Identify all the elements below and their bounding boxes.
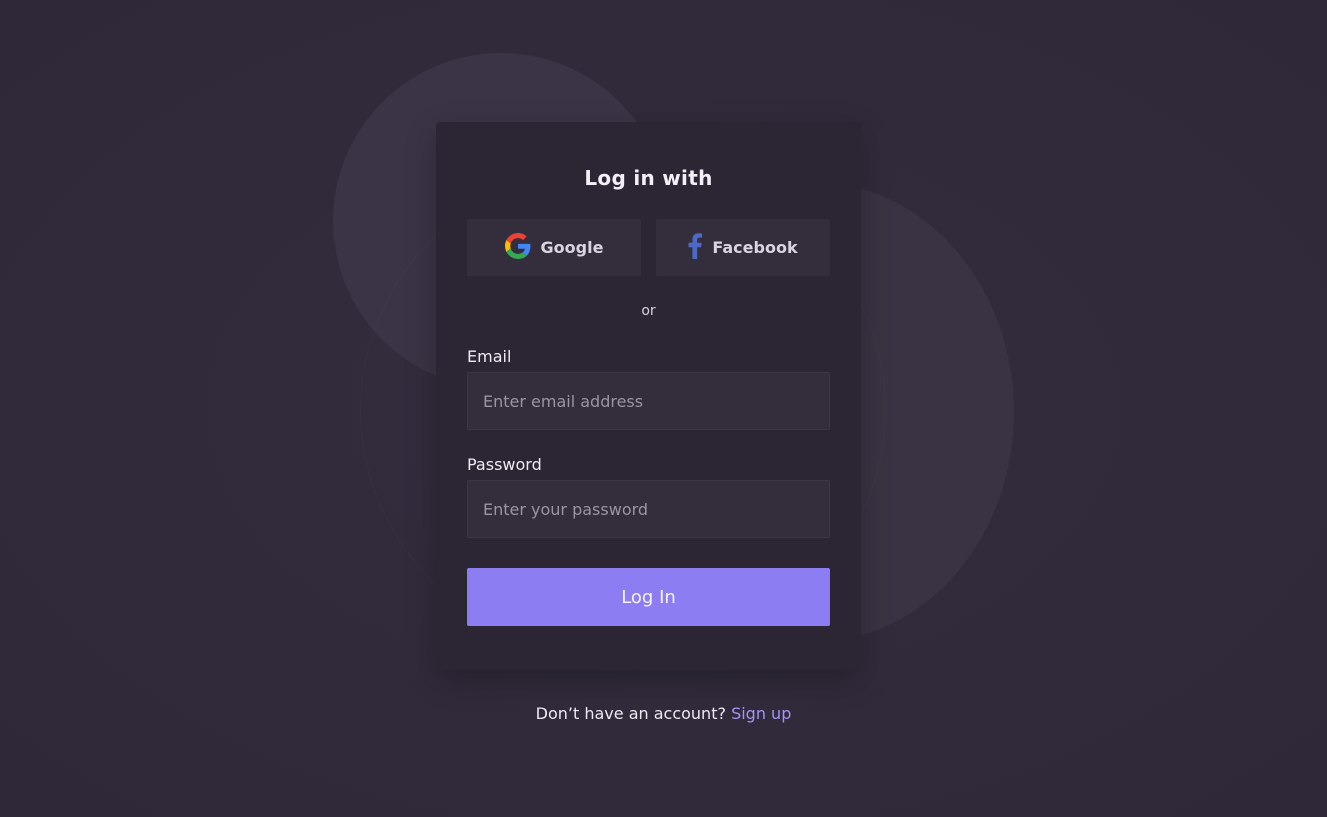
divider-text: or bbox=[641, 303, 656, 319]
password-field[interactable] bbox=[467, 480, 830, 538]
password-label: Password bbox=[467, 455, 542, 474]
signup-link[interactable]: Sign up bbox=[731, 704, 791, 723]
google-login-button[interactable]: Google bbox=[467, 219, 641, 276]
facebook-login-label: Facebook bbox=[712, 238, 798, 257]
email-field[interactable] bbox=[467, 372, 830, 430]
google-login-label: Google bbox=[540, 238, 604, 257]
login-card: Log in with Google Facebook or Email Ent… bbox=[436, 122, 861, 670]
login-page: Log in with Google Facebook or Email Ent… bbox=[0, 0, 1327, 817]
email-label: Email bbox=[467, 347, 512, 366]
signup-prompt: Don’t have an account? Sign up bbox=[0, 704, 1327, 723]
google-icon bbox=[504, 232, 541, 263]
signup-prompt-text: Don’t have an account? bbox=[535, 704, 726, 723]
facebook-login-button[interactable]: Facebook bbox=[656, 219, 830, 276]
login-button[interactable]: Log In bbox=[467, 568, 830, 626]
login-title: Log in with bbox=[584, 166, 713, 190]
facebook-icon bbox=[688, 232, 712, 263]
